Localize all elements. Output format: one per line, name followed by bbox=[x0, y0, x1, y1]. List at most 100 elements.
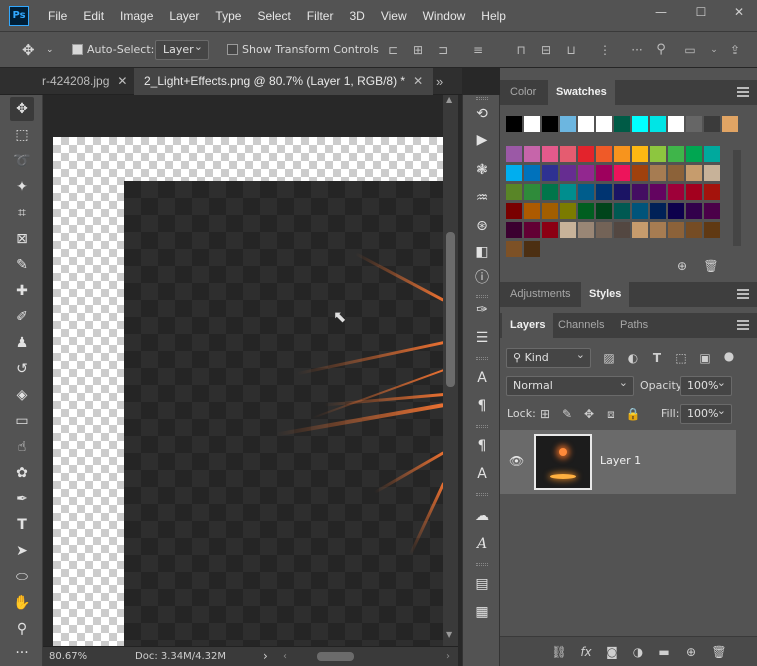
tab-light-effects[interactable]: 2_Light+Effects.png @ 80.7% (Layer 1, RG… bbox=[134, 68, 434, 95]
eyedropper-icon[interactable]: ✎ bbox=[10, 253, 34, 277]
swatch[interactable] bbox=[560, 222, 576, 238]
menu-filter[interactable]: Filter bbox=[299, 9, 342, 23]
align-right-icon[interactable]: ⊐ bbox=[436, 43, 450, 57]
swatch[interactable] bbox=[704, 165, 720, 181]
zoom-level[interactable]: 80.67% bbox=[49, 647, 87, 666]
align-left-icon[interactable]: ⊏ bbox=[386, 43, 400, 57]
swatch[interactable] bbox=[614, 203, 630, 219]
grip[interactable] bbox=[476, 563, 488, 566]
swatch[interactable] bbox=[632, 146, 648, 162]
layer-thumbnail[interactable] bbox=[534, 434, 592, 490]
swatch[interactable] bbox=[596, 165, 612, 181]
scroll-right-icon[interactable]: › bbox=[446, 647, 450, 666]
more-icon[interactable]: ··· bbox=[10, 641, 34, 665]
swatch[interactable] bbox=[560, 184, 576, 200]
swatch[interactable] bbox=[668, 116, 684, 132]
swatch[interactable] bbox=[632, 165, 648, 181]
close-icon[interactable]: ✕ bbox=[117, 74, 127, 88]
swatch[interactable] bbox=[506, 165, 522, 181]
brushes-icon[interactable]: ♒ bbox=[471, 187, 493, 209]
scroll-left-icon[interactable]: ‹ bbox=[283, 647, 287, 666]
frame-icon[interactable]: ⊠ bbox=[10, 227, 34, 251]
chevron-down-icon[interactable]: ⌄ bbox=[46, 41, 54, 59]
histogram-icon[interactable]: ◧ bbox=[471, 241, 493, 263]
lock-paint-icon[interactable]: ✎ bbox=[559, 406, 575, 422]
swatch[interactable] bbox=[704, 184, 720, 200]
magic-wand-icon[interactable]: ✦ bbox=[10, 175, 34, 199]
swatch[interactable] bbox=[506, 222, 522, 238]
swatch[interactable] bbox=[668, 203, 684, 219]
swatch[interactable] bbox=[524, 146, 540, 162]
ellipse-icon[interactable]: ⬭ bbox=[10, 565, 34, 589]
distribute-icon[interactable]: ≡ bbox=[471, 43, 485, 57]
swatch[interactable] bbox=[542, 146, 558, 162]
swatch[interactable] bbox=[596, 146, 612, 162]
swatch[interactable] bbox=[596, 184, 612, 200]
adjustment-filter-icon[interactable]: ◐ bbox=[625, 350, 641, 366]
swatch[interactable] bbox=[524, 116, 540, 132]
menu-select[interactable]: Select bbox=[249, 9, 298, 23]
swatch[interactable] bbox=[686, 184, 702, 200]
grip[interactable] bbox=[476, 493, 488, 496]
history-icon[interactable]: ⟲ bbox=[471, 103, 493, 125]
search-icon[interactable]: ⚲ bbox=[654, 43, 668, 57]
align-bottom-icon[interactable]: ⊔ bbox=[564, 43, 578, 57]
path-selection-icon[interactable]: ➤ bbox=[10, 539, 34, 563]
swatch[interactable] bbox=[578, 146, 594, 162]
grip[interactable] bbox=[476, 295, 488, 298]
scroll-up-icon[interactable]: ▲ bbox=[446, 95, 452, 104]
swatch[interactable] bbox=[596, 203, 612, 219]
panel-menu-icon[interactable] bbox=[737, 87, 749, 97]
rect-marquee-icon[interactable]: ⬚ bbox=[10, 123, 34, 147]
panel-menu-icon[interactable] bbox=[737, 289, 749, 299]
glyphs-icon[interactable]: A bbox=[471, 533, 493, 555]
swatch[interactable] bbox=[596, 116, 612, 132]
swatch[interactable] bbox=[524, 222, 540, 238]
dodge-icon[interactable]: ✿ bbox=[10, 461, 34, 485]
clone-stamp-icon[interactable]: ♟ bbox=[10, 331, 34, 355]
swatch[interactable] bbox=[650, 203, 666, 219]
properties-icon[interactable]: ☰ bbox=[471, 327, 493, 349]
auto-select-target-dropdown[interactable]: Layer bbox=[155, 38, 209, 60]
swatch[interactable] bbox=[560, 146, 576, 162]
swatch[interactable] bbox=[704, 203, 720, 219]
swatch[interactable] bbox=[506, 116, 522, 132]
panel-menu-icon[interactable] bbox=[737, 320, 749, 330]
vertical-scroll-thumb[interactable] bbox=[446, 232, 455, 387]
transform-controls-checkbox[interactable]: Show Transform Controls bbox=[227, 41, 379, 59]
swatch[interactable] bbox=[524, 165, 540, 181]
layer-filter-dropdown[interactable]: ⚲ Kind bbox=[506, 346, 591, 368]
distribute-spacing-icon[interactable]: ⋮ bbox=[598, 43, 612, 57]
close-button[interactable]: ✕ bbox=[728, 4, 750, 20]
swatch[interactable] bbox=[632, 203, 648, 219]
swatch[interactable] bbox=[650, 146, 666, 162]
swatch[interactable] bbox=[650, 116, 666, 132]
character-styles-icon[interactable]: A bbox=[471, 463, 493, 485]
swatch[interactable] bbox=[560, 165, 576, 181]
filter-toggle-icon[interactable]: ● bbox=[721, 348, 737, 364]
swatch[interactable] bbox=[722, 116, 738, 132]
swatch[interactable] bbox=[668, 222, 684, 238]
swatch[interactable] bbox=[704, 146, 720, 162]
swatch[interactable] bbox=[560, 116, 576, 132]
grip[interactable] bbox=[476, 357, 488, 360]
menu-edit[interactable]: Edit bbox=[75, 9, 112, 23]
close-icon[interactable]: ✕ bbox=[413, 74, 423, 88]
swatch[interactable] bbox=[704, 116, 720, 132]
smudge-icon[interactable]: ☝ bbox=[10, 435, 34, 459]
move-icon[interactable]: ✥ bbox=[22, 41, 35, 59]
swatch[interactable] bbox=[560, 203, 576, 219]
opacity-field[interactable]: 100% bbox=[680, 374, 732, 396]
swatch[interactable] bbox=[614, 165, 630, 181]
eraser-icon[interactable]: ◈ bbox=[10, 383, 34, 407]
adjustment-layer-icon[interactable]: ◑ bbox=[629, 643, 647, 661]
swatch[interactable] bbox=[578, 165, 594, 181]
lock-all-icon[interactable]: 🔒 bbox=[625, 406, 641, 422]
swatch[interactable] bbox=[686, 222, 702, 238]
swatch[interactable] bbox=[506, 146, 522, 162]
maximize-button[interactable]: ☐ bbox=[690, 4, 712, 20]
swatch[interactable] bbox=[686, 165, 702, 181]
swatch[interactable] bbox=[614, 146, 630, 162]
menu-type[interactable]: Type bbox=[207, 9, 249, 23]
swatch[interactable] bbox=[686, 116, 702, 132]
